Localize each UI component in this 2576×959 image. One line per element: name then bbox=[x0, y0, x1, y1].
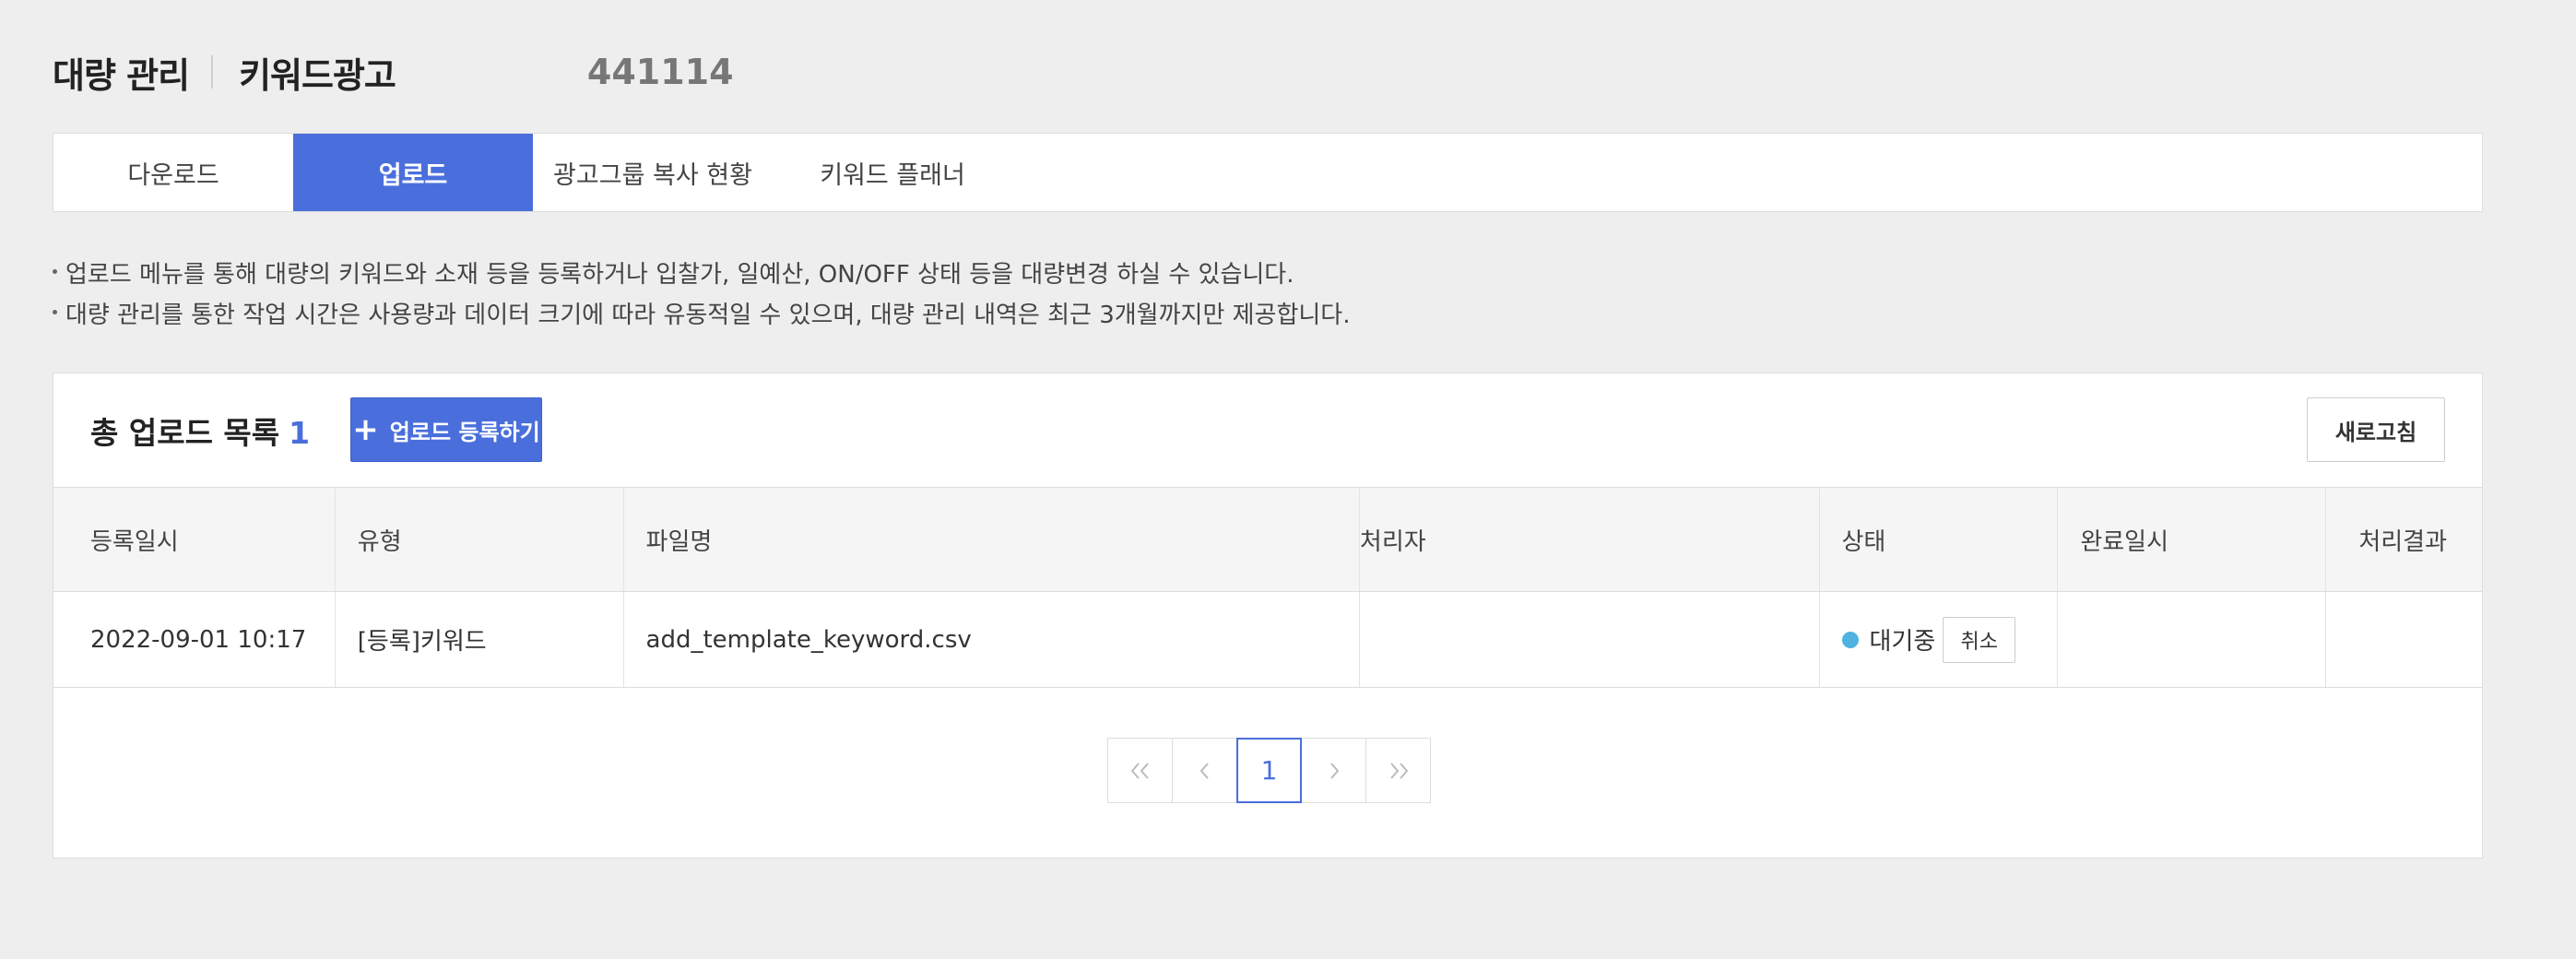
first-page-button[interactable] bbox=[1107, 738, 1173, 803]
cell-result bbox=[2326, 592, 2482, 687]
prev-page-button[interactable] bbox=[1172, 738, 1237, 803]
refresh-button[interactable]: 새로고침 bbox=[2307, 397, 2445, 462]
double-chevron-right-icon bbox=[1389, 762, 1408, 779]
tab-upload[interactable]: 업로드 bbox=[293, 134, 533, 211]
status-badge: 대기중 bbox=[1869, 628, 1936, 656]
notice-text: 대량 관리를 통한 작업 시간은 사용량과 데이터 크기에 따라 유동적일 수 … bbox=[65, 302, 1351, 329]
table-header: 등록일시 유형 파일명 처리자 상태 완료일시 처리결과 bbox=[53, 488, 2482, 592]
tab-bar: 다운로드 업로드 광고그룹 복사 현황 키워드 플래너 bbox=[53, 133, 2483, 212]
page-title: 대량 관리 bbox=[53, 54, 190, 96]
notice-list: 업로드 메뉴를 통해 대량의 키워드와 소재 등을 등록하거나 입찰가, 일예산… bbox=[53, 255, 1351, 336]
header-divider bbox=[211, 55, 214, 89]
cell-type: [등록]키워드 bbox=[336, 592, 624, 687]
next-page-button[interactable] bbox=[1301, 738, 1366, 803]
page-header: 대량 관리 키워드광고 441114 bbox=[53, 44, 734, 100]
notice-item: 대량 관리를 통한 작업 시간은 사용량과 데이터 크기에 따라 유동적일 수 … bbox=[53, 295, 1351, 336]
upload-list-panel: 총 업로드 목록 1 + 업로드 등록하기 새로고침 등록일시 유형 파일명 처리… bbox=[53, 373, 2483, 858]
page-number-button[interactable]: 1 bbox=[1236, 738, 1302, 803]
cell-filename: add_template_keyword.csv bbox=[624, 592, 1360, 687]
panel-header: 총 업로드 목록 1 + 업로드 등록하기 새로고침 bbox=[53, 373, 2482, 488]
tab-adgroup-copy-status[interactable]: 광고그룹 복사 현황 bbox=[533, 134, 773, 211]
status-waiting-icon bbox=[1841, 631, 1859, 648]
bullet-icon bbox=[53, 310, 57, 314]
pagination: 1 bbox=[1107, 738, 1431, 803]
tab-keyword-planner[interactable]: 키워드 플래너 bbox=[773, 134, 1012, 211]
register-upload-button[interactable]: + 업로드 등록하기 bbox=[350, 397, 542, 462]
notice-item: 업로드 메뉴를 통해 대량의 키워드와 소재 등을 등록하거나 입찰가, 일예산… bbox=[53, 255, 1351, 295]
list-count: 1 bbox=[289, 415, 311, 451]
tab-download[interactable]: 다운로드 bbox=[53, 134, 293, 211]
bullet-icon bbox=[53, 269, 57, 274]
cancel-button[interactable]: 취소 bbox=[1943, 616, 2016, 663]
list-title-text: 총 업로드 목록 bbox=[90, 415, 280, 451]
column-header-completed-at: 완료일시 bbox=[2058, 488, 2327, 591]
cell-status: 대기중 취소 bbox=[1820, 592, 2059, 687]
list-title: 총 업로드 목록 1 bbox=[90, 408, 310, 453]
column-header-type: 유형 bbox=[336, 488, 624, 591]
cell-completed-at bbox=[2058, 592, 2327, 687]
account-id: 441114 bbox=[586, 52, 734, 92]
last-page-button[interactable] bbox=[1365, 738, 1431, 803]
column-header-result: 처리결과 bbox=[2358, 527, 2447, 556]
cell-handler bbox=[1360, 592, 1820, 687]
register-upload-label: 업로드 등록하기 bbox=[389, 419, 540, 445]
chevron-left-icon bbox=[1199, 762, 1209, 779]
column-header-filename: 파일명 bbox=[624, 488, 1360, 591]
cell-registered-at: 2022-09-01 10:17 bbox=[53, 592, 336, 687]
chevron-right-icon bbox=[1329, 762, 1339, 779]
notice-text: 업로드 메뉴를 통해 대량의 키워드와 소재 등을 등록하거나 입찰가, 일예산… bbox=[65, 261, 1294, 289]
double-chevron-left-icon bbox=[1130, 762, 1149, 779]
column-header-status: 상태 bbox=[1820, 488, 2059, 591]
table-row: 2022-09-01 10:17 [등록]키워드 add_template_ke… bbox=[53, 592, 2482, 688]
page-subtitle: 키워드광고 bbox=[239, 54, 396, 96]
column-header-registered-at: 등록일시 bbox=[53, 488, 336, 591]
plus-icon: + bbox=[352, 411, 379, 448]
column-header-handler: 처리자 bbox=[1360, 488, 1820, 591]
upload-table: 등록일시 유형 파일명 처리자 상태 완료일시 처리결과 2022-09-01 … bbox=[53, 488, 2482, 688]
